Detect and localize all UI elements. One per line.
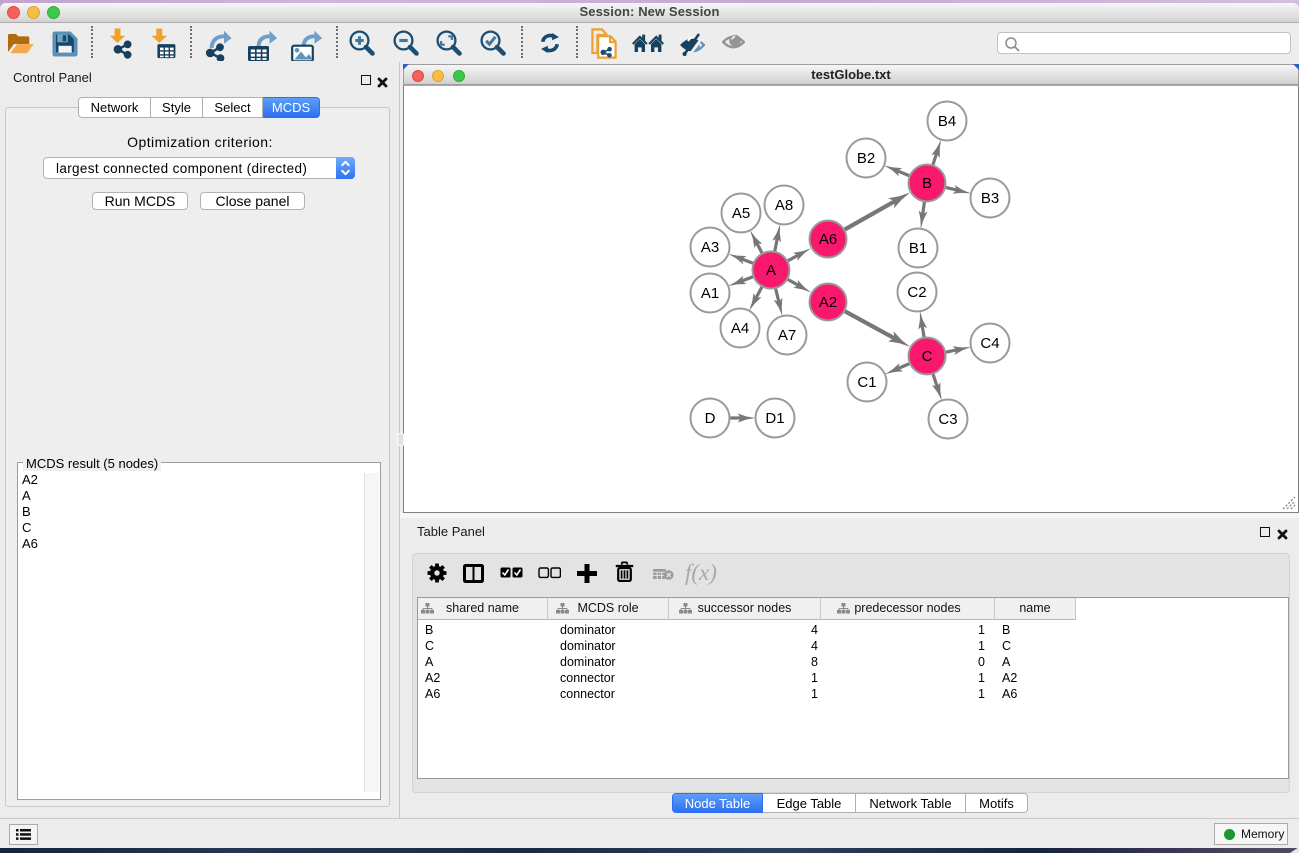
svg-text:A8: A8 (775, 197, 793, 214)
svg-text:A3: A3 (701, 239, 719, 256)
svg-text:A: A (766, 262, 776, 279)
svg-text:C1: C1 (857, 374, 876, 391)
svg-text:C: C (922, 348, 933, 365)
svg-text:B2: B2 (857, 150, 875, 167)
svg-text:A6: A6 (819, 231, 837, 248)
svg-text:A2: A2 (819, 294, 837, 311)
svg-text:D1: D1 (765, 410, 784, 427)
svg-text:A7: A7 (778, 327, 796, 344)
svg-text:A5: A5 (732, 205, 750, 222)
svg-text:C2: C2 (907, 284, 926, 301)
svg-text:C4: C4 (980, 335, 999, 352)
svg-text:B1: B1 (909, 240, 927, 257)
svg-text:D: D (705, 410, 716, 427)
svg-text:A4: A4 (731, 320, 749, 337)
svg-text:C3: C3 (938, 411, 957, 428)
svg-text:B3: B3 (981, 190, 999, 207)
svg-text:B4: B4 (938, 113, 956, 130)
svg-text:B: B (922, 175, 932, 192)
svg-text:A1: A1 (701, 285, 719, 302)
